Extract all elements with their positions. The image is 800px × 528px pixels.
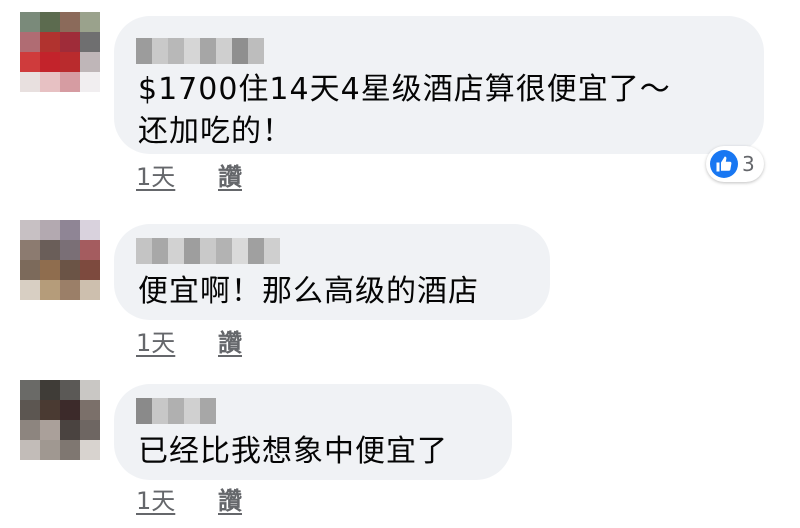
comment-bubble: $1700住14天4星级酒店算很便宜了～ 还加吃的！ xyxy=(114,16,764,154)
avatar-pixel xyxy=(40,32,60,52)
avatar-pixel xyxy=(60,440,80,460)
avatar-pixel xyxy=(20,420,40,440)
avatar-pixel xyxy=(80,220,100,240)
avatar[interactable] xyxy=(20,380,100,460)
avatar-pixel xyxy=(40,420,60,440)
name-pixel xyxy=(232,238,248,264)
avatar-pixel xyxy=(80,260,100,280)
name-pixel xyxy=(248,238,264,264)
name-pixel xyxy=(152,398,168,424)
name-pixel xyxy=(248,38,264,64)
avatar-pixel xyxy=(60,380,80,400)
avatar-pixel xyxy=(60,400,80,420)
avatar-pixel xyxy=(60,12,80,32)
name-pixel xyxy=(152,38,168,64)
avatar-pixel xyxy=(80,52,100,72)
name-pixel xyxy=(168,38,184,64)
reaction-summary[interactable]: 3 xyxy=(706,146,764,182)
avatar-pixel xyxy=(80,32,100,52)
like-button[interactable]: 讚 xyxy=(218,486,242,516)
commenter-name[interactable] xyxy=(136,398,216,424)
comment-text-line: 已经比我想象中便宜了 xyxy=(138,434,448,469)
avatar-pixel xyxy=(40,220,60,240)
name-pixel xyxy=(184,238,200,264)
avatar-pixel xyxy=(40,280,60,300)
avatar-pixel xyxy=(20,280,40,300)
name-pixel xyxy=(200,238,216,264)
avatar-pixel xyxy=(20,32,40,52)
avatar-pixel xyxy=(20,52,40,72)
commenter-name[interactable] xyxy=(136,38,264,64)
avatar-pixel xyxy=(40,12,60,32)
avatar-pixel xyxy=(20,440,40,460)
comment-timestamp[interactable]: 1天 xyxy=(136,486,175,516)
avatar-pixel xyxy=(60,240,80,260)
avatar-pixel xyxy=(20,72,40,92)
name-pixel xyxy=(216,38,232,64)
avatar-pixel xyxy=(40,380,60,400)
name-pixel xyxy=(136,398,152,424)
avatar-pixel xyxy=(20,380,40,400)
avatar-pixel xyxy=(20,240,40,260)
avatar-pixel xyxy=(20,260,40,280)
avatar-pixel xyxy=(60,32,80,52)
avatar-pixel xyxy=(80,72,100,92)
avatar-pixel xyxy=(20,220,40,240)
comment-text-line: 还加吃的！ xyxy=(138,114,293,149)
avatar-pixel xyxy=(20,400,40,420)
avatar-pixel xyxy=(40,440,60,460)
avatar-pixel xyxy=(60,52,80,72)
avatar-pixel xyxy=(20,12,40,32)
thumbs-up-icon xyxy=(710,150,738,178)
comment-bubble: 已经比我想象中便宜了 xyxy=(114,384,512,480)
name-pixel xyxy=(264,238,280,264)
comment-timestamp[interactable]: 1天 xyxy=(136,162,175,192)
avatar-pixel xyxy=(80,12,100,32)
avatar-pixel xyxy=(80,240,100,260)
name-pixel xyxy=(200,38,216,64)
avatar-pixel xyxy=(60,260,80,280)
name-pixel xyxy=(184,398,200,424)
name-pixel xyxy=(136,38,152,64)
reaction-count: 3 xyxy=(742,152,755,176)
like-button[interactable]: 讚 xyxy=(218,162,242,192)
avatar-pixel xyxy=(40,260,60,280)
commenter-name[interactable] xyxy=(136,238,280,264)
avatar-pixel xyxy=(40,400,60,420)
avatar-pixel xyxy=(80,420,100,440)
avatar-pixel xyxy=(80,440,100,460)
name-pixel xyxy=(168,238,184,264)
name-pixel xyxy=(200,398,216,424)
name-pixel xyxy=(168,398,184,424)
avatar[interactable] xyxy=(20,220,100,300)
avatar-pixel xyxy=(80,280,100,300)
avatar-pixel xyxy=(60,420,80,440)
avatar-pixel xyxy=(80,380,100,400)
avatar[interactable] xyxy=(20,12,100,92)
avatar-pixel xyxy=(40,240,60,260)
avatar-pixel xyxy=(40,52,60,72)
name-pixel xyxy=(232,38,248,64)
comment-timestamp[interactable]: 1天 xyxy=(136,328,175,358)
comment-bubble: 便宜啊！那么高级的酒店 xyxy=(114,224,550,320)
avatar-pixel xyxy=(80,400,100,420)
avatar-pixel xyxy=(60,280,80,300)
name-pixel xyxy=(184,38,200,64)
name-pixel xyxy=(216,238,232,264)
name-pixel xyxy=(136,238,152,264)
avatar-pixel xyxy=(40,72,60,92)
name-pixel xyxy=(152,238,168,264)
comment-text-line: 便宜啊！那么高级的酒店 xyxy=(138,274,479,309)
avatar-pixel xyxy=(60,72,80,92)
avatar-pixel xyxy=(60,220,80,240)
like-button[interactable]: 讚 xyxy=(218,328,242,358)
comment-text-line: $1700住14天4星级酒店算很便宜了～ xyxy=(138,72,671,107)
